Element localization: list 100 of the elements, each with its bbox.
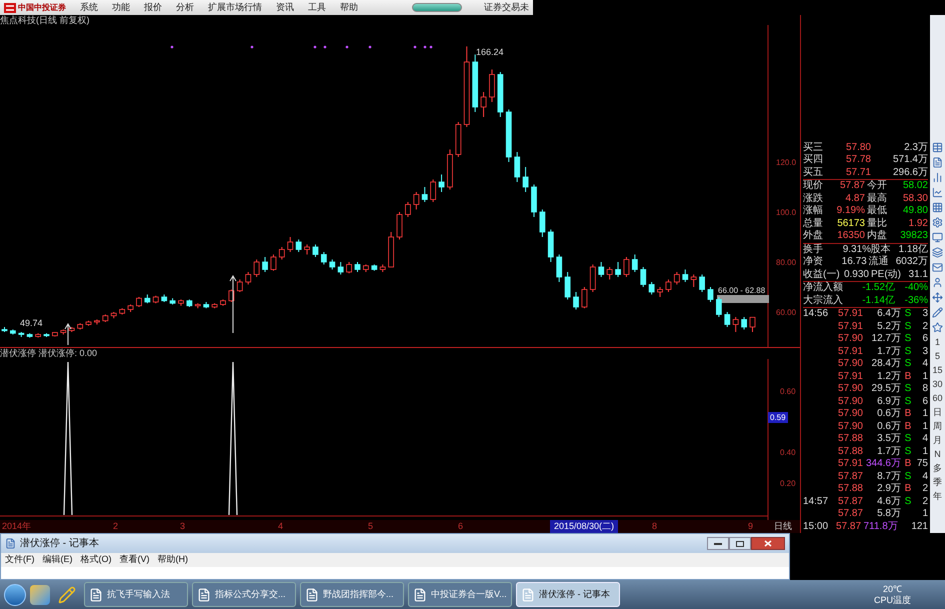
- candle: [724, 312, 730, 328]
- range-box: [717, 295, 769, 303]
- tick-price: 57.91: [836, 346, 863, 358]
- period-button[interactable]: N: [934, 447, 941, 461]
- star-icon[interactable]: [932, 322, 943, 333]
- candle: [606, 266, 613, 280]
- move-icon[interactable]: [932, 292, 943, 303]
- monitor-icon[interactable]: [932, 232, 943, 243]
- candle: [598, 262, 604, 278]
- tick-volume: 2.9万: [876, 483, 901, 496]
- candle: [455, 122, 462, 158]
- layers-icon[interactable]: [932, 247, 943, 258]
- period-button[interactable]: 年: [933, 489, 942, 503]
- bid-level-label: 买三: [803, 142, 824, 154]
- menu-item[interactable]: 分析: [176, 0, 194, 14]
- tick-volume: 6.9万: [876, 396, 901, 408]
- settings-icon[interactable]: [932, 217, 943, 228]
- menu-item[interactable]: 格式(O): [80, 553, 112, 567]
- minimize-button[interactable]: [707, 537, 729, 550]
- mail-icon[interactable]: [932, 262, 943, 273]
- bar-chart-icon[interactable]: [932, 172, 943, 183]
- period-button[interactable]: 30: [932, 377, 942, 391]
- tick-count: 3: [921, 308, 928, 320]
- tick-side: S: [904, 320, 912, 332]
- menu-item[interactable]: 扩展市场行情: [208, 0, 262, 14]
- signal-dot: [414, 46, 416, 48]
- line-chart-icon[interactable]: [932, 187, 943, 198]
- menu-item[interactable]: 帮助(H): [158, 553, 188, 567]
- candle: [640, 266, 646, 288]
- menu-item[interactable]: 编辑(E): [42, 553, 72, 567]
- candle: [346, 262, 352, 274]
- price-axis-label: 80.00: [776, 258, 796, 267]
- menu-item[interactable]: 资讯: [276, 0, 294, 14]
- pencil-icon[interactable]: [932, 307, 943, 318]
- candle: [144, 294, 150, 304]
- menu-item[interactable]: 报价: [144, 0, 162, 14]
- tick-count: 1: [921, 408, 928, 420]
- stat-value: 58.02: [902, 180, 928, 192]
- period-button[interactable]: 日: [933, 405, 942, 419]
- signal-dot: [250, 46, 254, 48]
- stat-value: 1.92: [908, 218, 928, 230]
- menu-item[interactable]: 系统: [80, 0, 98, 14]
- tick-count: 4: [921, 358, 928, 370]
- period-button[interactable]: 月: [933, 433, 942, 447]
- taskbar-task[interactable]: 指标公式分享交...: [192, 582, 296, 607]
- chart-title: 焦点科技(日线 前复权): [0, 15, 90, 25]
- taskbar-task[interactable]: 野战团指挥部今...: [300, 582, 404, 607]
- period-button[interactable]: 多: [933, 461, 942, 475]
- taskbar-task[interactable]: 潜伏涨停 - 记事本: [516, 582, 620, 607]
- candle: [657, 286, 663, 298]
- status-pill: [412, 3, 462, 12]
- bid-price: 57.80: [844, 142, 871, 154]
- stat-label: 总量: [803, 218, 824, 230]
- indicator-title: 潜伏涨停 潜伏涨停: 0.00: [0, 348, 98, 359]
- period-button[interactable]: 60: [932, 391, 942, 405]
- taskbar-task[interactable]: 中投证券合一版V...: [408, 582, 512, 607]
- candle: [60, 329, 66, 335]
- period-button[interactable]: 5: [934, 349, 940, 363]
- menu-item[interactable]: 文件(F): [5, 553, 34, 567]
- stat-value: 31.1: [908, 268, 928, 281]
- person-icon[interactable]: [932, 277, 943, 288]
- taskbar-task[interactable]: 抗飞手写输入法: [84, 582, 188, 607]
- stat-value: 57.87: [838, 180, 865, 192]
- table-icon[interactable]: [932, 142, 943, 153]
- menu-item[interactable]: 功能: [112, 0, 130, 14]
- time-axis-label: 6: [458, 520, 464, 533]
- candle: [102, 314, 108, 322]
- stat-value: 49.80: [902, 205, 928, 218]
- minimize-icon: [714, 542, 722, 544]
- maximize-button[interactable]: [729, 537, 751, 550]
- menu-item[interactable]: 帮助: [340, 0, 358, 14]
- tick-volume: 3.5万: [876, 433, 901, 446]
- period-button[interactable]: 15: [932, 363, 942, 377]
- period-button[interactable]: 周: [933, 419, 942, 433]
- menu-item[interactable]: 查看(V): [120, 553, 150, 567]
- candle: [438, 174, 444, 192]
- candle: [287, 236, 294, 252]
- start-button[interactable]: [4, 584, 26, 606]
- grid-icon[interactable]: [932, 202, 943, 213]
- menu-item[interactable]: 工具: [308, 0, 326, 14]
- candle: [278, 246, 285, 260]
- time-axis-label: 2014年: [2, 520, 32, 533]
- candle: [708, 286, 714, 302]
- candle: [312, 244, 318, 258]
- candle: [556, 254, 562, 282]
- period-button[interactable]: 季: [933, 475, 942, 489]
- candle: [52, 332, 58, 337]
- pencil-icon[interactable]: [58, 586, 76, 604]
- candle: [136, 296, 142, 308]
- tray-label: CPU温度: [874, 594, 911, 606]
- tick-price: 57.87: [836, 496, 863, 508]
- stat-label: 内盘: [866, 230, 888, 242]
- bid-volume: 571.4万: [892, 154, 928, 166]
- period-button[interactable]: 1: [934, 335, 940, 349]
- signal-dot: [314, 46, 316, 48]
- document-icon[interactable]: [932, 157, 943, 168]
- stat-value: 0.930: [843, 268, 869, 281]
- close-button[interactable]: [751, 537, 785, 550]
- tick-price: 57.91: [836, 320, 863, 333]
- status-text: 证券交易未: [484, 0, 529, 14]
